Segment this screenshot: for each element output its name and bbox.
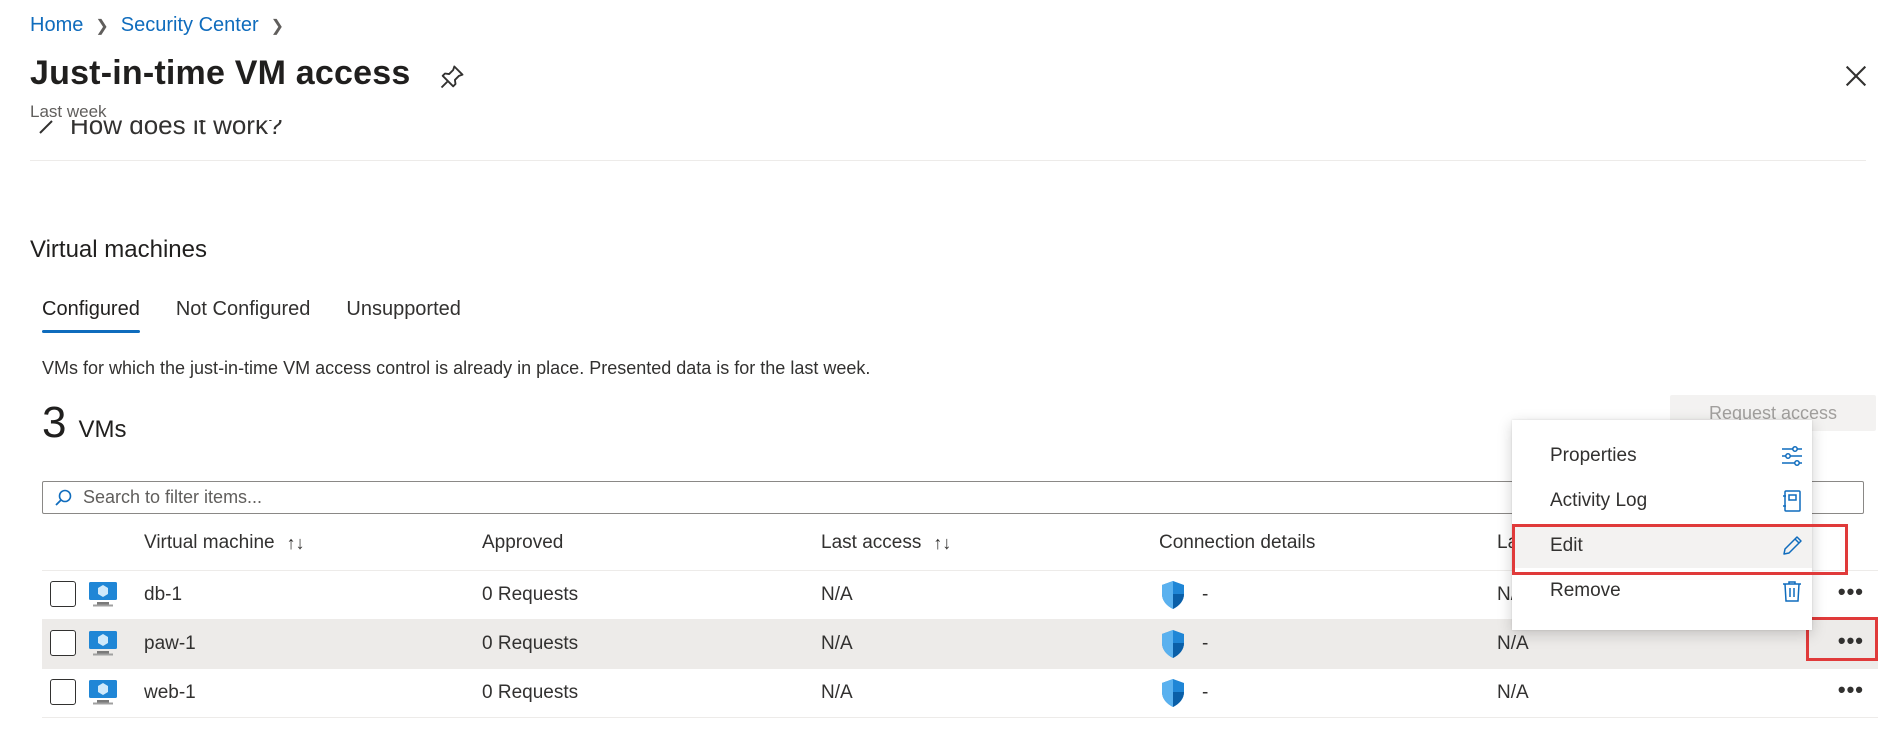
shield-icon bbox=[1162, 581, 1184, 609]
menu-item-activity-log[interactable]: Activity Log bbox=[1512, 479, 1812, 523]
menu-item-label: Properties bbox=[1550, 445, 1637, 466]
column-header-last-access[interactable]: Last access ↑↓ bbox=[821, 532, 951, 554]
menu-item-label: Remove bbox=[1550, 580, 1621, 601]
last-access-cell: N/A bbox=[821, 584, 853, 605]
breadcrumb-home-link[interactable]: Home bbox=[30, 14, 83, 37]
approved-cell: 0 Requests bbox=[482, 633, 579, 654]
divider bbox=[30, 160, 1866, 161]
search-icon bbox=[55, 489, 72, 506]
search-input[interactable] bbox=[81, 486, 1485, 509]
row-checkbox[interactable] bbox=[50, 581, 76, 607]
page-subtitle: Last week bbox=[30, 102, 107, 121]
column-label: Approved bbox=[482, 532, 564, 553]
row-checkbox[interactable] bbox=[50, 679, 76, 705]
breadcrumb: Home ❯ Security Center ❯ bbox=[30, 14, 296, 37]
sliders-icon bbox=[1782, 446, 1802, 466]
virtual-machine-icon bbox=[89, 631, 117, 656]
menu-item-properties[interactable]: Properties bbox=[1512, 434, 1812, 478]
tab-unsupported[interactable]: Unsupported bbox=[346, 298, 461, 333]
more-actions-button[interactable]: ••• bbox=[1838, 579, 1864, 605]
tab-not-configured[interactable]: Not Configured bbox=[176, 298, 311, 333]
how-does-it-work-label: How does it work? bbox=[70, 120, 283, 140]
last-user-cell: N/A bbox=[1497, 633, 1529, 654]
approved-cell: 0 Requests bbox=[482, 682, 579, 703]
tab-configured[interactable]: Configured bbox=[42, 298, 140, 333]
vm-count-number: 3 bbox=[42, 398, 67, 447]
vm-name[interactable]: db-1 bbox=[144, 584, 182, 606]
vm-name[interactable]: paw-1 bbox=[144, 633, 196, 655]
virtual-machine-icon bbox=[89, 680, 117, 705]
connection-cell: - bbox=[1202, 633, 1209, 654]
vm-tabs: Configured Not Configured Unsupported bbox=[42, 298, 461, 333]
pin-icon[interactable] bbox=[438, 63, 466, 91]
last-access-cell: N/A bbox=[821, 633, 853, 654]
column-label: Last access bbox=[821, 532, 922, 553]
trash-icon bbox=[1783, 581, 1801, 602]
approved-cell: 0 Requests bbox=[482, 584, 579, 605]
chevron-right-icon: ❯ bbox=[270, 17, 285, 35]
sort-icon[interactable]: ↑↓ bbox=[933, 533, 951, 554]
last-user-cell: N/A bbox=[1497, 682, 1529, 703]
shield-icon bbox=[1162, 679, 1184, 707]
column-header-approved: Approved bbox=[482, 532, 563, 554]
sort-icon[interactable]: ↑↓ bbox=[287, 533, 305, 554]
chevron-icon bbox=[39, 120, 53, 134]
menu-item-label: Activity Log bbox=[1550, 490, 1648, 511]
column-header-connection-details: Connection details bbox=[1159, 532, 1315, 554]
column-header-virtual-machine[interactable]: Virtual machine ↑↓ bbox=[144, 532, 305, 554]
tab-description: VMs for which the just-in-time VM access… bbox=[42, 358, 871, 378]
breadcrumb-security-center-link[interactable]: Security Center bbox=[121, 14, 259, 37]
more-actions-button[interactable]: ••• bbox=[1838, 677, 1864, 703]
menu-item-remove[interactable]: Remove bbox=[1512, 569, 1812, 613]
column-label: Connection details bbox=[1159, 532, 1316, 553]
log-book-icon bbox=[1783, 490, 1801, 512]
how-does-it-work-expander[interactable]: How does it work? bbox=[38, 120, 282, 148]
edit-highlight bbox=[1512, 524, 1848, 575]
column-label: Virtual machine bbox=[144, 532, 275, 553]
connection-cell: - bbox=[1202, 584, 1209, 605]
table-row[interactable]: web-1 0 Requests N/A - N/A ••• bbox=[42, 669, 1878, 718]
page-title: Just-in-time VM access bbox=[30, 54, 411, 92]
section-title: Virtual machines bbox=[30, 236, 207, 263]
chevron-right-icon: ❯ bbox=[95, 17, 109, 35]
virtual-machine-icon bbox=[89, 582, 117, 607]
more-actions-highlight bbox=[1806, 617, 1878, 661]
last-access-cell: N/A bbox=[821, 682, 853, 703]
connection-cell: - bbox=[1202, 682, 1209, 703]
close-icon[interactable] bbox=[1842, 62, 1870, 90]
vm-count: 3 VMs bbox=[42, 398, 126, 448]
shield-icon bbox=[1162, 630, 1184, 658]
vm-count-unit: VMs bbox=[78, 416, 127, 443]
vm-name[interactable]: web-1 bbox=[144, 682, 196, 704]
row-checkbox[interactable] bbox=[50, 630, 76, 656]
